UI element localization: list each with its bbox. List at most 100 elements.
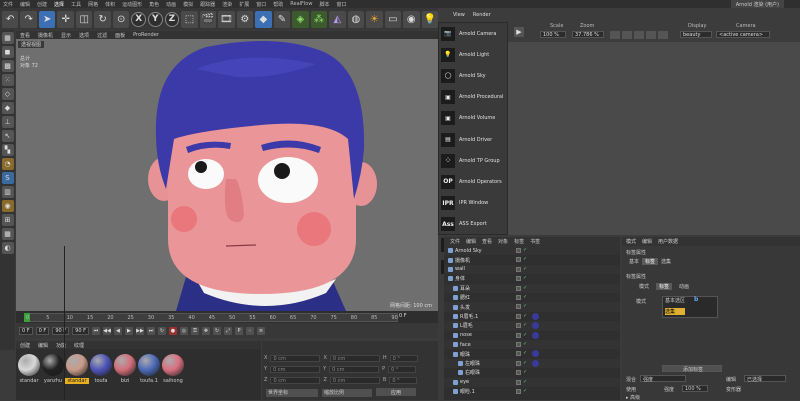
label-item-selected[interactable]: 选集 <box>665 308 685 315</box>
end-frame-field[interactable]: 90 F <box>52 326 70 335</box>
workplane-icon[interactable]: ▥ <box>1 186 14 198</box>
viewport-menu-item[interactable]: ProRender <box>133 32 159 38</box>
visibility-toggle[interactable] <box>516 323 521 329</box>
visibility-toggle[interactable] <box>516 266 521 272</box>
menu-item[interactable]: 动画 <box>166 1 176 8</box>
arnold-menu-item[interactable]: IPR IPR Window <box>439 193 507 214</box>
material-menu-item[interactable]: 创建 <box>20 342 30 349</box>
play-icon[interactable]: ▶ <box>514 27 524 37</box>
visibility-toggle[interactable] <box>516 351 521 357</box>
arnold-menu-item[interactable]: ▤ Arnold Driver <box>439 129 507 150</box>
field-icon[interactable]: ◍ <box>347 10 365 28</box>
arnold-menu-item[interactable]: OP Arnold Operators <box>439 171 507 192</box>
object-row[interactable]: 腮红 ✓ <box>444 293 620 302</box>
add-label-button[interactable]: 添加标签 <box>662 365 722 373</box>
object-row[interactable]: nose ✓ <box>444 331 620 340</box>
coordinate-system-icon[interactable]: ⬚ <box>181 10 198 28</box>
coord-size-field[interactable]: 0 cm <box>329 355 380 362</box>
record-icon[interactable]: ● <box>168 326 177 335</box>
visibility-toggle[interactable] <box>516 276 521 282</box>
object-menu-item[interactable]: 文件 <box>450 238 460 245</box>
visibility-toggle[interactable] <box>516 379 521 385</box>
arnold-menu-item[interactable]: ▣ Arnold Procedural <box>439 87 507 108</box>
coord-mode-select[interactable]: 世界坐标 <box>266 389 318 397</box>
arnold-menu-item[interactable]: Ass ASS Export <box>439 214 507 235</box>
coord-size-field[interactable]: 0 cm <box>329 377 380 384</box>
points-mode-icon[interactable]: ⁙ <box>1 74 14 86</box>
cube-icon[interactable]: ◆ <box>255 10 272 28</box>
menu-item[interactable]: 窗口 <box>336 1 346 8</box>
arnold-menu-item[interactable]: 📷 Arnold Camera <box>439 23 507 44</box>
pen-icon[interactable]: ✎ <box>273 10 291 28</box>
snap-icon[interactable]: ◔ <box>1 158 14 170</box>
undo-icon[interactable]: ↶ <box>2 10 19 28</box>
menu-item[interactable]: 窗口 <box>256 1 266 8</box>
point-key-icon[interactable]: ⁘ <box>245 326 254 335</box>
coord-size-select[interactable]: 缩放比例 <box>322 389 372 397</box>
visibility-toggle[interactable] <box>516 295 521 300</box>
axis-mode-icon[interactable]: ⊥ <box>1 116 14 128</box>
redo-icon[interactable]: ↷ <box>20 10 37 28</box>
next-frame-icon[interactable]: ▶▶ <box>135 326 144 335</box>
arnold-menu-item[interactable]: ◯ Arnold Sky <box>439 65 507 86</box>
object-row[interactable]: 耳朵 ✓ <box>444 283 620 293</box>
soft-selection-icon[interactable]: ◉ <box>1 200 14 212</box>
attr-tab-basic[interactable]: 基本 <box>626 258 642 265</box>
object-row[interactable]: 右眼珠 ✓ <box>444 368 620 377</box>
make-editable-icon[interactable]: ▦ <box>1 32 14 44</box>
object-menu-item[interactable]: 编辑 <box>466 238 476 245</box>
menu-item[interactable]: 网格 <box>88 1 98 8</box>
material-tag-icon[interactable] <box>532 331 539 339</box>
visibility-toggle[interactable] <box>516 360 521 366</box>
enable-checkmark-icon[interactable]: ✓ <box>523 248 528 253</box>
object-menu-item[interactable]: 查看 <box>482 238 492 245</box>
bold-b-icon[interactable]: b <box>694 296 701 303</box>
viewport-menu-item[interactable]: 查看 <box>20 32 30 39</box>
material-tag-icon[interactable] <box>532 350 539 358</box>
grid-view-icon[interactable] <box>658 31 668 39</box>
visibility-toggle[interactable] <box>516 285 521 291</box>
object-row[interactable]: eye ✓ <box>444 377 620 387</box>
object-row[interactable]: R眉毛.1 ✓ <box>444 312 620 321</box>
visibility-toggle[interactable] <box>516 370 521 376</box>
menu-item[interactable]: 运动图形 <box>122 1 142 8</box>
material-label[interactable]: toufa <box>89 378 113 384</box>
viewport-menu-item[interactable]: 摄像机 <box>38 32 53 39</box>
menu-item[interactable]: 文件 <box>3 1 13 8</box>
layout-selector[interactable]: Arnold 渲染 (用户) <box>730 0 784 8</box>
enable-checkmark-icon[interactable]: ✓ <box>523 313 528 319</box>
object-row[interactable]: L眉毛 ✓ <box>444 321 620 331</box>
mograph-cloner-icon[interactable]: ⁂ <box>310 10 328 28</box>
axis-x-button[interactable]: X <box>131 11 146 27</box>
object-row[interactable]: Arnold Sky ✓ <box>444 246 620 256</box>
fit-icon[interactable] <box>610 31 620 39</box>
enable-checkmark-icon[interactable]: ✓ <box>523 351 528 356</box>
scale-field[interactable]: 100 % <box>540 31 566 38</box>
menu-item[interactable]: 脚本 <box>319 1 329 8</box>
arnold-menu-item[interactable]: ▣ Arnold Volume <box>439 108 507 129</box>
menu-item[interactable]: 角色 <box>149 1 159 8</box>
coord-position-field[interactable]: 0 cm <box>270 377 321 384</box>
menu-item[interactable]: RealFlow <box>290 1 312 7</box>
axis-z-button[interactable]: Z <box>164 11 180 27</box>
zoom-field[interactable]: 37.786 % <box>572 31 604 38</box>
play-forward-icon[interactable]: ▶ <box>124 326 133 335</box>
enable-checkmark-icon[interactable]: ✓ <box>523 370 528 375</box>
object-row[interactable]: 摄像机 ✓ <box>444 255 620 264</box>
render-view-icon[interactable]: 🎬 <box>199 10 217 28</box>
recent-tools-icon[interactable]: ⊙ <box>112 10 130 28</box>
material-swatch[interactable] <box>138 354 160 376</box>
tweak-mode-icon[interactable]: ↖ <box>1 130 14 142</box>
viewport-menu-item[interactable]: 显示 <box>61 32 71 39</box>
edges-mode-icon[interactable]: ◇ <box>1 88 14 100</box>
enable-axis-icon[interactable]: S <box>1 172 14 184</box>
autokey-icon[interactable]: ◎ <box>179 326 188 335</box>
material-menu-item[interactable]: 编辑 <box>38 342 48 349</box>
attr-tab-tag[interactable]: 标签 <box>642 258 659 265</box>
end-frame-field-2[interactable]: 90 F <box>72 326 89 335</box>
material-swatch[interactable] <box>42 354 64 376</box>
param-key-icon[interactable]: P <box>234 326 243 335</box>
coord-rotation-field[interactable]: 0 ° <box>389 377 418 384</box>
menu-item[interactable]: 创建 <box>37 1 47 8</box>
viewport-menu-item[interactable]: 选项 <box>79 32 89 39</box>
